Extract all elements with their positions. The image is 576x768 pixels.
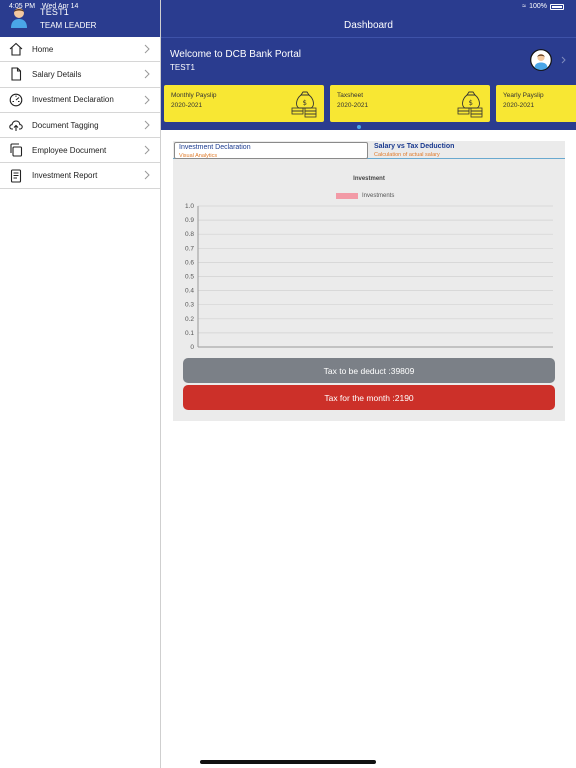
navigation-bar: Dashboard xyxy=(161,0,576,37)
y-tick-label: 0.4 xyxy=(185,288,194,295)
chevron-right-icon xyxy=(144,44,150,54)
home-icon xyxy=(8,41,24,57)
card-title: Taxsheet xyxy=(337,92,364,99)
svg-text:$: $ xyxy=(469,99,473,107)
copy-icon xyxy=(8,142,24,158)
y-tick-label: 0.6 xyxy=(185,259,194,266)
card-title: Monthly Payslip xyxy=(171,92,217,99)
y-tick-label: 0.3 xyxy=(185,302,194,309)
chevron-right-icon xyxy=(144,171,150,180)
home-indicator xyxy=(200,760,376,764)
tax-to-deduct-button[interactable]: Tax to be deduct :39809 xyxy=(183,358,555,383)
welcome-banner: Welcome to DCB Bank Portal TEST1 Monthly… xyxy=(161,37,576,130)
sidebar-item-label: Employee Document xyxy=(32,145,107,155)
sidebar-item-salary-details[interactable]: Salary Details xyxy=(0,62,160,88)
wifi-icon: ≈ xyxy=(522,3,527,10)
tax-for-month-button[interactable]: Tax for the month :2190 xyxy=(183,385,555,410)
quick-cards: Monthly Payslip 2020-2021 $ Taxsheet 202… xyxy=(164,85,576,122)
analytics-panel: Investment Declaration Visual Analytics … xyxy=(173,141,565,421)
profile-avatar-icon[interactable] xyxy=(530,49,552,71)
status-time: 4:05 PM xyxy=(9,3,36,10)
y-tick-label: 0 xyxy=(190,344,194,351)
gauge-icon xyxy=(8,92,24,108)
document-icon xyxy=(8,66,24,82)
cloud-upload-icon xyxy=(8,117,24,133)
page-title: Dashboard xyxy=(344,20,393,31)
y-tick-label: 0.8 xyxy=(185,231,194,238)
card-year: 2020-2021 xyxy=(337,102,369,109)
y-tick-label: 1.0 xyxy=(185,203,194,210)
sidebar-item-label: Investment Declaration xyxy=(32,95,114,105)
svg-text:$: $ xyxy=(303,99,307,107)
chevron-right-icon[interactable] xyxy=(561,56,566,64)
sidebar-item-home[interactable]: Home xyxy=(0,37,160,63)
welcome-text: Welcome to DCB Bank Portal xyxy=(170,49,301,60)
sidebar-item-label: Document Tagging xyxy=(32,120,99,130)
chevron-right-icon xyxy=(144,120,150,130)
status-date: Wed Apr 14 xyxy=(42,3,79,10)
sidebar-item-investment-declaration[interactable]: Investment Declaration xyxy=(0,88,160,113)
card-taxsheet[interactable]: Taxsheet 2020-2021 $ xyxy=(330,85,490,122)
welcome-user-name: TEST1 xyxy=(170,63,195,72)
y-tick-label: 0.1 xyxy=(185,330,194,337)
sidebar-item-investment-report[interactable]: Investment Report xyxy=(0,163,160,189)
sidebar-item-label: Home xyxy=(32,44,54,54)
page-indicator-dot xyxy=(357,125,361,129)
money-bag-icon: $ xyxy=(457,91,483,118)
card-yearly-payslip[interactable]: Yearly Payslip 2020-2021 xyxy=(496,85,576,122)
sidebar-item-label: Salary Details xyxy=(32,69,82,79)
chevron-right-icon xyxy=(144,95,150,104)
card-title: Yearly Payslip xyxy=(503,92,544,99)
y-tick-label: 0.7 xyxy=(185,245,194,252)
y-tick-label: 0.5 xyxy=(185,274,194,281)
report-icon xyxy=(8,168,24,184)
card-year: 2020-2021 xyxy=(503,102,535,109)
sidebar-item-employee-document[interactable]: Employee Document xyxy=(0,138,160,164)
card-year: 2020-2021 xyxy=(171,102,203,109)
main-content: Dashboard Welcome to DCB Bank Portal TES… xyxy=(161,0,576,768)
chevron-right-icon xyxy=(144,145,150,155)
battery-percent: 100% xyxy=(529,3,547,10)
sidebar-item-document-tagging[interactable]: Document Tagging xyxy=(0,113,160,139)
chevron-right-icon xyxy=(144,69,150,79)
battery-icon xyxy=(550,3,564,10)
sidebar-user-role: TEAM LEADER xyxy=(40,21,97,30)
sidebar: TEST1 TEAM LEADER Home Salary Details In… xyxy=(0,0,161,768)
y-tick-label: 0.9 xyxy=(185,217,194,224)
card-monthly-payslip[interactable]: Monthly Payslip 2020-2021 $ xyxy=(164,85,324,122)
sidebar-item-label: Investment Report xyxy=(32,171,98,181)
sidebar-menu: Home Salary Details Investment Declarati… xyxy=(0,37,160,189)
money-bag-icon: $ xyxy=(291,91,317,118)
y-tick-label: 0.2 xyxy=(185,316,194,323)
status-indicators: ≈ 100% xyxy=(522,3,564,10)
investment-chart: 0 0.1 0.2 0.3 0.4 0.5 0.6 0.7 0.8 0.9 1.0 xyxy=(185,203,553,351)
